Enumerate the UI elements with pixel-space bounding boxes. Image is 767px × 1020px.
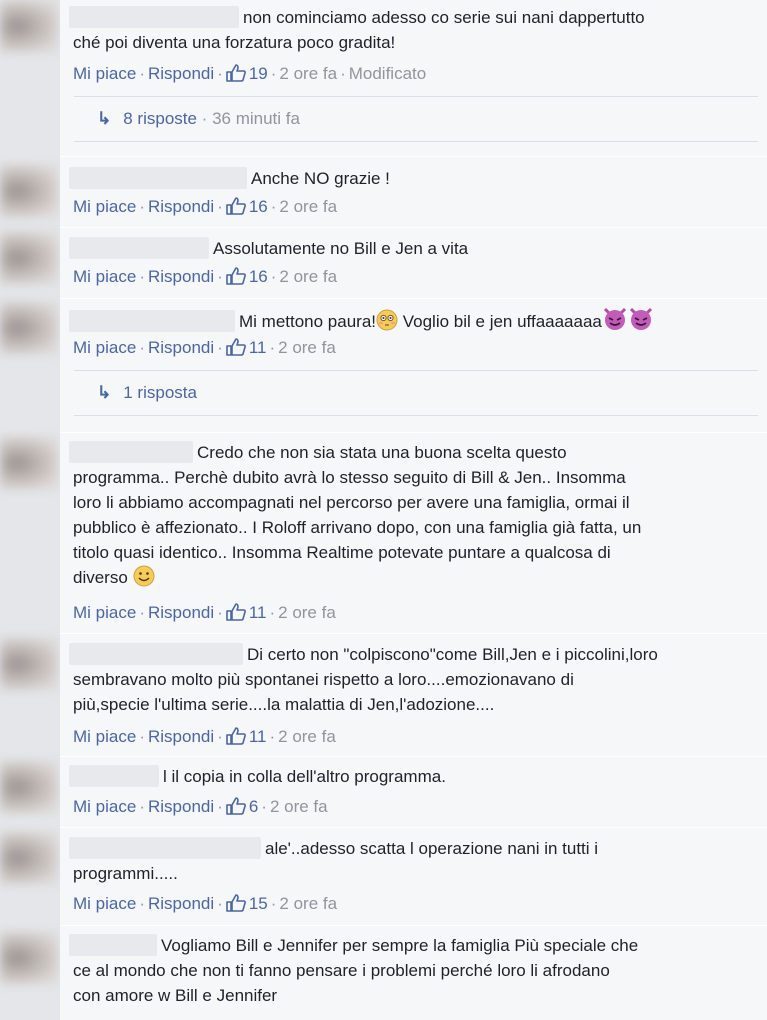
comment: Vogliamo Bill e Jennifer per sempre la f… (60, 926, 767, 1020)
reply-link[interactable]: Rispondi (148, 197, 214, 216)
like-count[interactable]: 11 (226, 338, 266, 357)
replies-link[interactable]: ↳ 1 risposta (74, 370, 758, 416)
avatar[interactable] (0, 832, 58, 884)
thumbs-up-icon (226, 197, 246, 215)
comment: Mi mettono paura! Voglio bil e jen uffaa… (60, 299, 767, 433)
comment-text: Assolutamente no Bill e Jen a vita (69, 236, 753, 261)
reply-arrow-icon: ↳ (97, 383, 112, 402)
thumbs-up-icon (226, 727, 246, 745)
avatar[interactable] (0, 302, 58, 354)
comment-text: Anche NO grazie ! (69, 166, 753, 191)
comment-text: ale'..adesso scatta l operazione nani in… (69, 836, 753, 886)
author-name[interactable] (69, 6, 239, 28)
avatar[interactable] (0, 0, 58, 52)
comment-time[interactable]: 2 ore fa (279, 64, 337, 83)
comment-text: Credo che non sia stata una buona scelta… (69, 440, 753, 590)
comment-time[interactable]: 2 ore fa (278, 338, 336, 357)
like-link[interactable]: Mi piace (73, 338, 136, 357)
author-name[interactable] (69, 441, 193, 463)
comment-time[interactable]: 2 ore fa (270, 797, 328, 816)
reply-link[interactable]: Rispondi (148, 267, 214, 286)
replies-link[interactable]: ↳ 8 risposte · 36 minuti fa (74, 96, 758, 142)
like-count[interactable]: 15 (226, 894, 268, 913)
like-link[interactable]: Mi piace (73, 267, 136, 286)
comment-actions: Mi piace · Rispondi · 16 · 2 ore fa (73, 267, 338, 286)
comment-text: Di certo non "colpiscono"come Bill,Jen e… (69, 642, 753, 717)
flushed-emoji-icon (376, 309, 398, 331)
devil-emoji-icon (629, 307, 652, 330)
comment: Credo che non sia stata una buona scelta… (60, 433, 767, 634)
comment: Assolutamente no Bill e Jen a vita Mi pi… (60, 228, 767, 299)
like-link[interactable]: Mi piace (73, 797, 136, 816)
author-name[interactable] (69, 643, 243, 665)
comment-actions: Mi piace · Rispondi · 16 · 2 ore fa (73, 197, 338, 216)
edited-label[interactable]: Modificato (349, 64, 426, 83)
avatar[interactable] (0, 437, 58, 489)
comment: l il copia in colla dell'altro programma… (60, 757, 767, 828)
author-name[interactable] (69, 765, 159, 787)
like-link[interactable]: Mi piace (73, 894, 136, 913)
thumbs-up-icon (226, 797, 246, 815)
comment-time[interactable]: 2 ore fa (278, 727, 336, 746)
comment-text: Mi mettono paura! Voglio bil e jen uffaa… (69, 307, 753, 334)
author-name[interactable] (69, 237, 209, 259)
comment-actions: Mi piace · Rispondi · 6 · 2 ore fa (73, 797, 328, 816)
avatar[interactable] (0, 932, 58, 984)
comment: Anche NO grazie ! Mi piace · Rispondi · 16 · 2… (60, 157, 767, 228)
comment-actions: Mi piace · Rispondi · 11 · 2 ore fa (73, 603, 336, 622)
like-count[interactable]: 11 (226, 727, 266, 746)
reply-link[interactable]: Rispondi (148, 603, 214, 622)
author-name[interactable] (69, 934, 157, 956)
smile-emoji-icon (133, 565, 155, 587)
thumbs-up-icon (226, 338, 246, 356)
comment-actions: Mi piace · Rispondi · 11 · 2 ore fa (73, 727, 336, 746)
avatar[interactable] (0, 761, 58, 813)
thumbs-up-icon (226, 267, 246, 285)
comment: non cominciamo adesso co serie sui nani … (60, 0, 767, 157)
like-link[interactable]: Mi piace (73, 727, 136, 746)
devil-emoji-icon (603, 307, 626, 330)
comment-time[interactable]: 2 ore fa (279, 267, 337, 286)
like-count[interactable]: 6 (226, 797, 258, 816)
author-name[interactable] (69, 167, 247, 189)
comment-time[interactable]: 2 ore fa (278, 603, 336, 622)
reply-arrow-icon: ↳ (97, 109, 112, 128)
thumbs-up-icon (226, 64, 246, 82)
like-count[interactable]: 11 (226, 603, 266, 622)
avatar[interactable] (0, 232, 58, 284)
like-count[interactable]: 16 (226, 197, 268, 216)
comment-actions: Mi piace · Rispondi · 19 · 2 ore fa · Modificato (73, 64, 427, 83)
reply-link[interactable]: Rispondi (148, 894, 214, 913)
comment-actions: Mi piace · Rispondi · 11 · 2 ore fa (73, 338, 336, 357)
comment: ale'..adesso scatta l operazione nani in… (60, 828, 767, 926)
reply-link[interactable]: Rispondi (148, 727, 214, 746)
like-count[interactable]: 19 (226, 64, 268, 83)
author-name[interactable] (69, 310, 235, 332)
comment: Di certo non "colpiscono"come Bill,Jen e… (60, 634, 767, 757)
thumbs-up-icon (226, 894, 246, 912)
comment-time[interactable]: 2 ore fa (279, 894, 337, 913)
avatar[interactable] (0, 165, 58, 217)
author-name[interactable] (69, 837, 261, 859)
avatar[interactable] (0, 638, 58, 690)
comment-text: non cominciamo adesso co serie sui nani … (69, 5, 753, 55)
like-count[interactable]: 16 (226, 267, 268, 286)
comment-text: l il copia in colla dell'altro programma… (69, 764, 753, 789)
comment-text: Vogliamo Bill e Jennifer per sempre la f… (69, 933, 753, 1008)
reply-link[interactable]: Rispondi (148, 338, 214, 357)
avatar-column (0, 0, 60, 1020)
like-link[interactable]: Mi piace (73, 64, 136, 83)
like-link[interactable]: Mi piace (73, 197, 136, 216)
reply-link[interactable]: Rispondi (148, 797, 214, 816)
reply-link[interactable]: Rispondi (148, 64, 214, 83)
like-link[interactable]: Mi piace (73, 603, 136, 622)
comment-time[interactable]: 2 ore fa (279, 197, 337, 216)
comment-actions: Mi piace · Rispondi · 15 · 2 ore fa (73, 894, 338, 913)
thumbs-up-icon (226, 603, 246, 621)
